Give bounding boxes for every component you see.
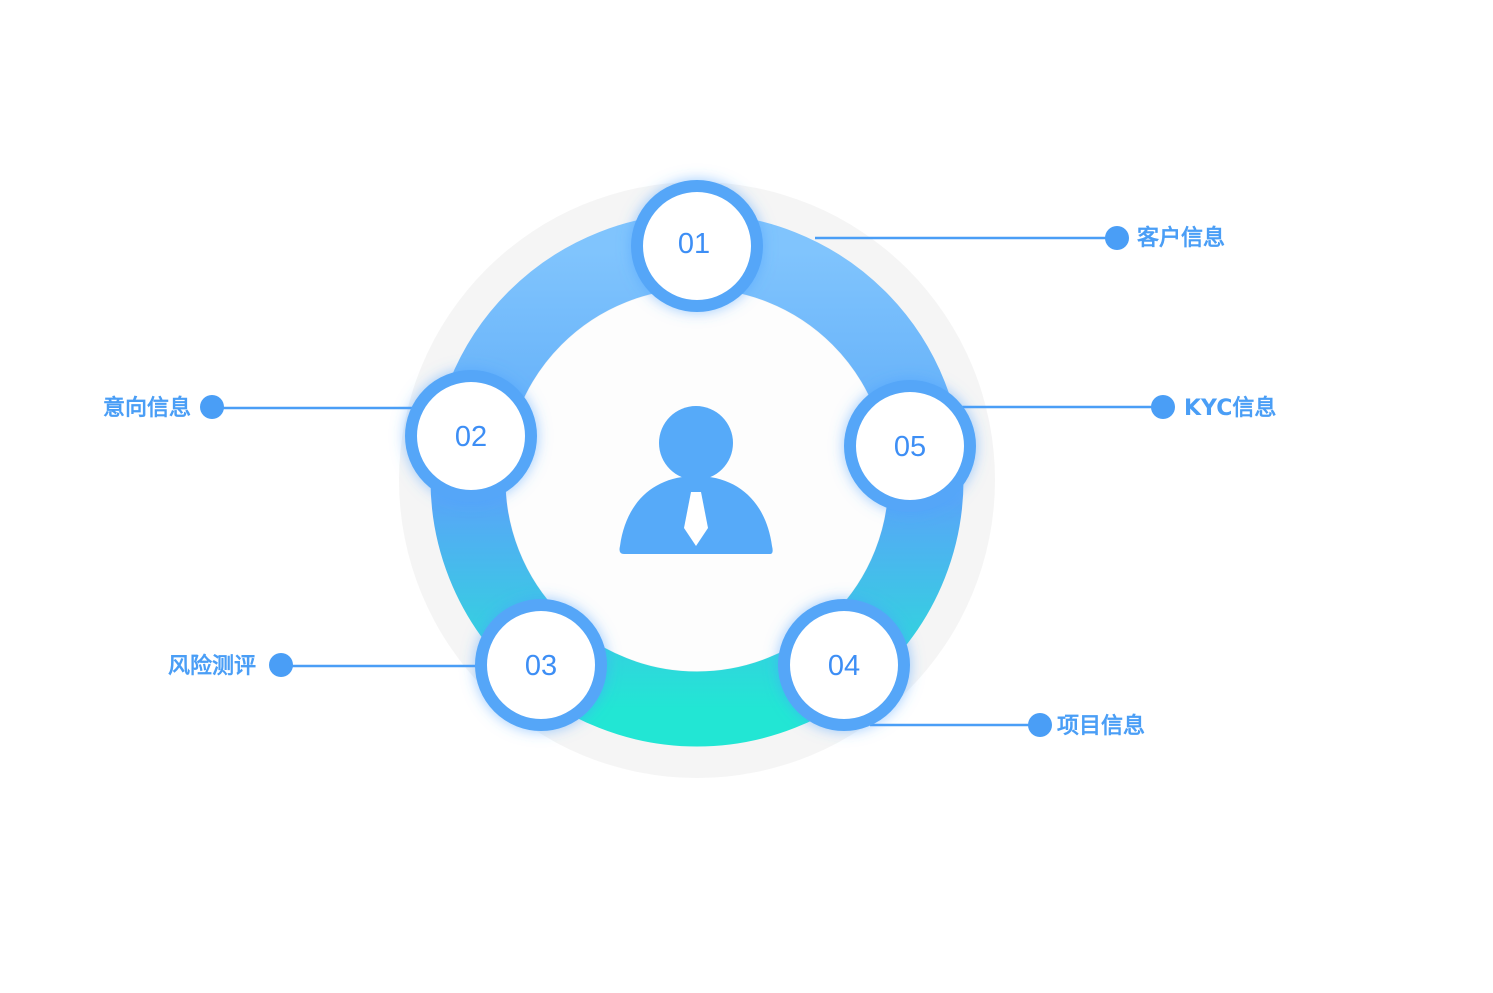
callout-dot-03 (269, 653, 293, 677)
callout-dot-02 (200, 395, 224, 419)
callout-label-02: 意向信息 (103, 395, 191, 421)
callout-dot-05 (1151, 395, 1175, 419)
node-04-label: 04 (828, 650, 860, 682)
callout-dot-01 (1105, 226, 1129, 250)
info-cycle-diagram: 客户信息 意向信息 风险测评 项目信息 KYC信息 01 02 03 04 05 (103, 180, 1276, 778)
callout-label-01: 客户信息 (1137, 225, 1225, 251)
callout-label-03: 风险测评 (168, 653, 256, 679)
node-01[interactable]: 01 (631, 180, 763, 312)
node-03[interactable]: 03 (475, 599, 607, 731)
callout-label-04: 项目信息 (1057, 713, 1145, 739)
node-03-label: 03 (525, 650, 557, 682)
node-02[interactable]: 02 (405, 370, 537, 502)
node-05[interactable]: 05 (844, 380, 976, 512)
callout-dot-04 (1028, 713, 1052, 737)
person-head (659, 406, 733, 480)
node-04[interactable]: 04 (778, 599, 910, 731)
node-05-label: 05 (894, 431, 926, 463)
node-01-label: 01 (678, 228, 710, 260)
node-02-label: 02 (455, 421, 487, 453)
callout-label-05: KYC信息 (1184, 395, 1276, 421)
